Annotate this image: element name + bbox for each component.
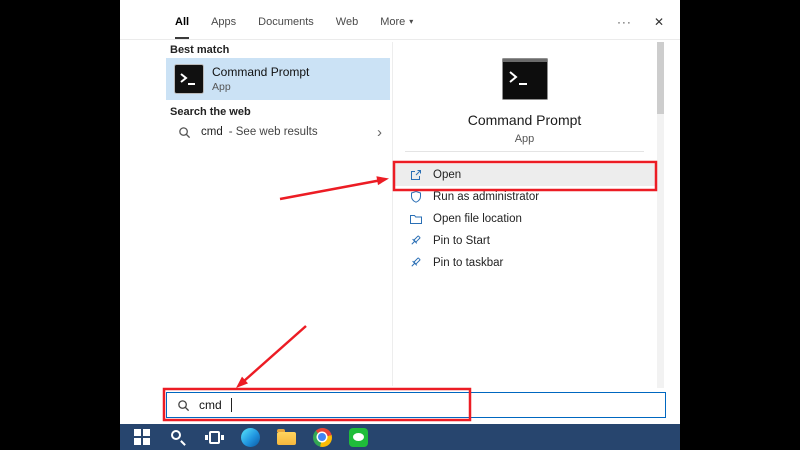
tab-more-label: More (380, 16, 405, 28)
command-prompt-icon-large (502, 58, 548, 100)
chrome-button[interactable] (310, 425, 334, 449)
action-pin-start-label: Pin to Start (433, 235, 490, 247)
web-search-item[interactable]: cmd - See web results › (166, 119, 390, 145)
tab-documents-label: Documents (258, 16, 314, 28)
screen: All Apps Documents Web More ▾ ··· ✕ Best… (0, 0, 800, 450)
edge-button[interactable] (238, 425, 262, 449)
pin-icon (409, 234, 423, 248)
task-view-icon (209, 431, 220, 444)
chat-app-button[interactable] (346, 425, 370, 449)
options-button[interactable]: ··· (617, 15, 632, 29)
taskbar-search-button[interactable] (166, 425, 190, 449)
scrollbar[interactable] (657, 42, 664, 388)
chrome-icon (313, 428, 332, 447)
tab-documents[interactable]: Documents (258, 6, 314, 39)
action-file-location-label: Open file location (433, 213, 522, 225)
action-open-file-location[interactable]: Open file location (393, 208, 656, 230)
folder-icon (409, 212, 423, 226)
close-button[interactable]: ✕ (654, 15, 664, 29)
tabs-actions: ··· ✕ (617, 6, 664, 38)
search-input-value: cmd (199, 398, 222, 412)
search-icon (177, 399, 190, 412)
action-list: Open Run as administrator Open file loca… (393, 164, 656, 274)
best-match-subtitle: App (212, 81, 309, 93)
search-web-heading: Search the web (170, 106, 251, 118)
windows-start-button[interactable] (130, 425, 154, 449)
scrollbar-thumb[interactable] (657, 42, 664, 114)
search-tabs-bar: All Apps Documents Web More ▾ ··· ✕ (120, 6, 680, 40)
tab-web[interactable]: Web (336, 6, 358, 39)
search-icon (171, 430, 181, 440)
shield-icon (409, 190, 423, 204)
chevron-down-icon: ▾ (409, 17, 413, 26)
action-pin-to-taskbar[interactable]: Pin to taskbar (393, 252, 656, 274)
pin-icon (409, 256, 423, 270)
tab-more[interactable]: More ▾ (380, 6, 413, 39)
task-view-button[interactable] (202, 425, 226, 449)
search-window: All Apps Documents Web More ▾ ··· ✕ Best… (120, 0, 680, 450)
action-open-label: Open (433, 169, 461, 181)
tab-apps[interactable]: Apps (211, 6, 236, 39)
windows-logo-icon (134, 429, 141, 436)
file-explorer-button[interactable] (274, 425, 298, 449)
action-run-as-administrator[interactable]: Run as administrator (393, 186, 656, 208)
edge-icon (241, 428, 260, 447)
action-run-label: Run as administrator (433, 191, 539, 203)
best-match-item[interactable]: Command Prompt App (166, 58, 390, 100)
command-prompt-icon (174, 64, 204, 94)
tab-all[interactable]: All (175, 6, 189, 39)
detail-subtitle: App (393, 133, 656, 145)
web-search-query: cmd (201, 126, 223, 138)
search-icon (178, 126, 191, 139)
search-input[interactable]: cmd (166, 392, 666, 418)
detail-title: Command Prompt (393, 112, 656, 128)
detail-pane: Command Prompt App Open Run as admin (392, 42, 656, 386)
taskbar (120, 424, 680, 450)
tab-web-label: Web (336, 16, 358, 28)
action-pin-to-start[interactable]: Pin to Start (393, 230, 656, 252)
divider (405, 151, 644, 152)
open-icon (409, 168, 423, 182)
best-match-heading: Best match (170, 44, 229, 56)
chat-icon (349, 428, 368, 447)
action-open[interactable]: Open (393, 164, 656, 186)
folder-icon (277, 432, 296, 445)
chevron-right-icon: › (377, 125, 382, 140)
tab-all-label: All (175, 16, 189, 28)
tab-apps-label: Apps (211, 16, 236, 28)
text-cursor (231, 398, 232, 412)
web-search-suffix: - See web results (229, 126, 318, 138)
action-pin-taskbar-label: Pin to taskbar (433, 257, 503, 269)
best-match-title: Command Prompt (212, 65, 309, 79)
best-match-text: Command Prompt App (212, 65, 309, 93)
